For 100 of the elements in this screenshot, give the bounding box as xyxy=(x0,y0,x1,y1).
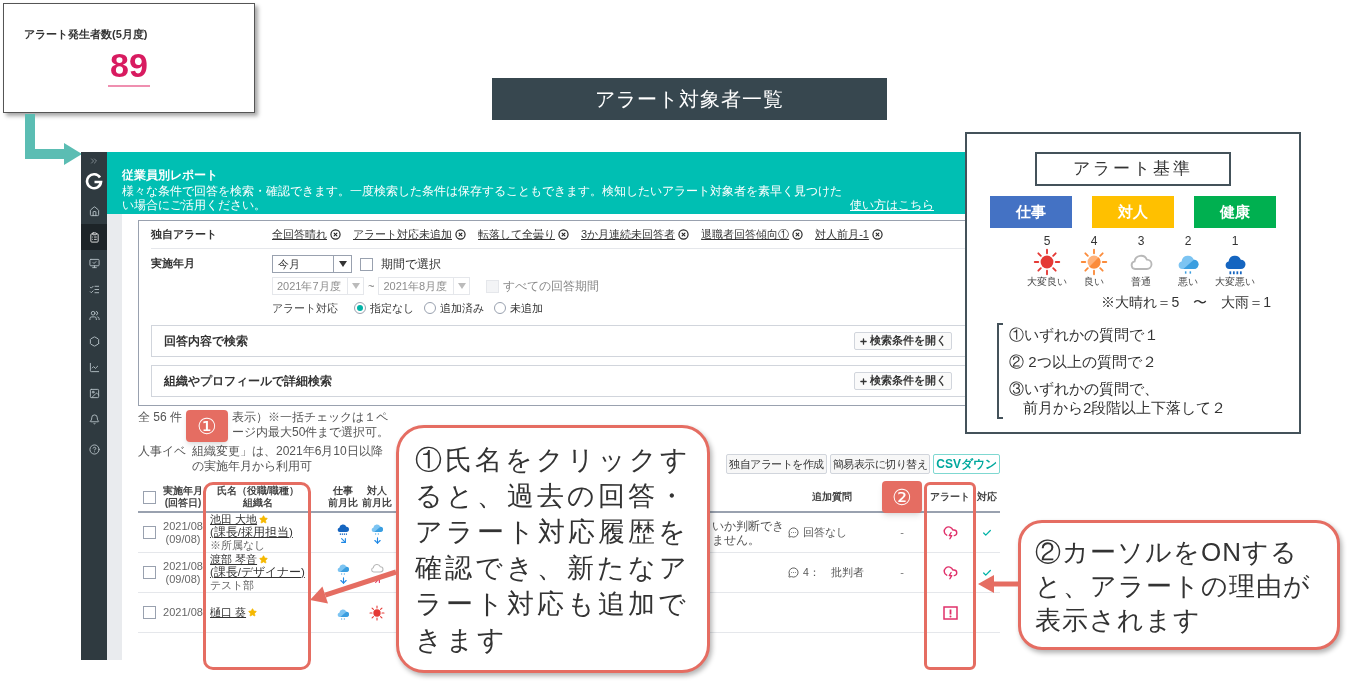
table-cell: (09/08) xyxy=(165,572,201,586)
remove-icon[interactable] xyxy=(792,229,804,240)
checkbox-label: 期間で選択 xyxy=(381,256,441,273)
callout-text: ②カーソルをONすると、アラートの理由が表示されます xyxy=(1035,536,1312,637)
summary-label: アラート発生者数(5月度) xyxy=(24,27,149,42)
remove-icon[interactable] xyxy=(678,229,690,240)
role-link[interactable]: (課長/採用担当) xyxy=(210,526,310,539)
comment-icon xyxy=(788,567,799,578)
rule-text: 前月から2段階以上下落して２ xyxy=(1022,398,1227,417)
table-cell-text: - xyxy=(900,565,904,581)
home-icon xyxy=(88,205,100,217)
toolbar-button[interactable]: 独自アラートを作成 xyxy=(726,454,827,474)
hexagon-icon xyxy=(88,335,100,347)
rule-text: ② 2つ以上の質問で２ xyxy=(1009,352,1158,371)
checkbox[interactable] xyxy=(360,257,373,271)
plus-icon xyxy=(859,376,868,386)
help-icon xyxy=(88,443,100,455)
month-select[interactable]: 今月 xyxy=(272,255,352,273)
dropdown-arrow-icon xyxy=(338,261,347,267)
column-header: 追加質問 xyxy=(812,491,852,503)
table-cell-text: いか判断でき xyxy=(712,518,785,533)
employee-name-link[interactable]: 池田 大地 xyxy=(210,513,258,526)
people-icon xyxy=(88,309,100,321)
organization-text: テスト部 xyxy=(210,579,255,592)
alert-tag-link[interactable]: 対人前月-1 xyxy=(815,226,869,243)
sun-icon xyxy=(1080,248,1108,276)
step-badge: ② xyxy=(882,481,922,513)
radio-label: 指定なし xyxy=(370,300,414,316)
result-note: 全 56 件 xyxy=(138,410,182,425)
plus-icon xyxy=(859,336,868,346)
scale-note: ※大晴れ＝5 〜 大雨＝1 xyxy=(1101,293,1271,312)
checkbox[interactable] xyxy=(142,490,156,504)
alert-tag-link[interactable]: アラート対応未追加 xyxy=(353,226,452,243)
alert-tag-link[interactable]: 転落して全曇り xyxy=(478,226,555,243)
checklist-icon xyxy=(88,283,100,295)
scale-caption: 大変悪い xyxy=(1215,276,1255,288)
filter-label: 実施年月 xyxy=(151,256,196,271)
warning-icon[interactable] xyxy=(942,605,958,620)
logo xyxy=(85,172,103,190)
column-header: 実施年月 xyxy=(163,485,203,497)
filter-label: 独自アラート xyxy=(151,227,218,243)
checkbox[interactable] xyxy=(142,526,156,539)
checkbox[interactable] xyxy=(142,606,156,619)
rule-text: ③いずれかの質問で、 xyxy=(1009,379,1160,398)
page-title: 従業員別レポート xyxy=(122,168,219,182)
title-banner: アラート対象者一覧 xyxy=(492,78,887,120)
table-cell-text: - xyxy=(900,525,904,541)
sun-icon xyxy=(1033,248,1061,276)
month-select[interactable]: 2021年8月度 xyxy=(378,277,471,295)
employee-name-link[interactable]: 渡部 琴音 xyxy=(210,553,258,566)
alert-tag-link[interactable]: 全回答晴れ xyxy=(272,226,327,243)
scale-caption: 普通 xyxy=(1131,276,1151,288)
role-link[interactable]: (課長/デザイナー) xyxy=(210,566,310,579)
sidebar-item[interactable] xyxy=(81,224,107,250)
down-right-arrow-icon xyxy=(338,536,348,545)
table-cell: 2021/08 xyxy=(163,519,203,533)
bell-icon xyxy=(88,413,100,425)
column-header: アラート xyxy=(930,491,970,503)
remove-icon[interactable] xyxy=(455,229,466,240)
scale-caption: 大変良い xyxy=(1027,276,1067,288)
summary-value[interactable]: 89 xyxy=(108,44,150,87)
open-conditions-button[interactable]: 検索条件を開く xyxy=(854,332,952,350)
rule-text: ①いずれかの質問で１ xyxy=(1009,325,1160,344)
table-cell: (09/08) xyxy=(165,532,201,546)
radio-label: 追加済み xyxy=(440,300,484,316)
alert-tag-link[interactable]: 3か月連続未回答者 xyxy=(581,226,676,243)
filter-label: アラート対応 xyxy=(272,300,339,316)
result-note: 組織変更」は、2021年6月10日以降の実施年月から利用可 xyxy=(192,444,384,474)
category-label: 仕事 xyxy=(990,196,1072,228)
column-header: 対応 xyxy=(977,491,997,503)
month-select[interactable]: 2021年7月度 xyxy=(272,277,364,295)
callout-text: ①氏名をクリックすると、過去の回答・アラート対応履歴を確認でき、新たなアラート対応も追加できます xyxy=(415,444,691,657)
remove-icon[interactable] xyxy=(330,229,341,240)
page-description: 様々な条件で回答を検索・確認できます。一度検索した条件は保存することもできます。検知したいアラート対象者を素早く見つけたい場合にご活用ください。 xyxy=(122,184,842,212)
scale-number: 1 xyxy=(1231,234,1239,248)
toolbar-button[interactable]: 簡易表示に切り替え xyxy=(829,454,931,474)
remove-icon[interactable] xyxy=(871,229,883,240)
column-header: 氏名（役職/職種） xyxy=(216,485,300,497)
result-note: 表示）※一括チェックは１ページ内最大50件まで選択可。 xyxy=(232,410,391,440)
remove-icon[interactable] xyxy=(558,229,569,240)
storm-icon[interactable] xyxy=(942,565,958,580)
organization-text: ※所属なし xyxy=(210,539,266,552)
scale-caption: 悪い xyxy=(1178,276,1198,288)
dropdown-arrow-icon xyxy=(457,283,466,289)
storm-icon[interactable] xyxy=(942,525,958,540)
alert-tag-link[interactable]: 退職者回答傾向① xyxy=(701,226,790,243)
monitor-icon xyxy=(88,257,100,269)
checkbox[interactable] xyxy=(142,566,156,579)
radio-label: 未追加 xyxy=(510,300,543,316)
down-arrow-icon xyxy=(338,576,348,585)
result-note: 人事イベ xyxy=(138,444,186,459)
employee-name-link[interactable]: 樋口 葵 xyxy=(210,606,247,619)
dropdown-arrow-icon xyxy=(351,283,360,289)
table-cell: 2021/08 xyxy=(163,559,203,573)
step-badge: ① xyxy=(186,410,228,442)
column-header: (回答日) xyxy=(164,497,202,509)
image-icon xyxy=(88,387,100,399)
column-header: 前月比 xyxy=(362,497,392,509)
table-cell-text: ません。 xyxy=(712,532,761,547)
open-conditions-button[interactable]: 検索条件を開く xyxy=(854,372,952,390)
